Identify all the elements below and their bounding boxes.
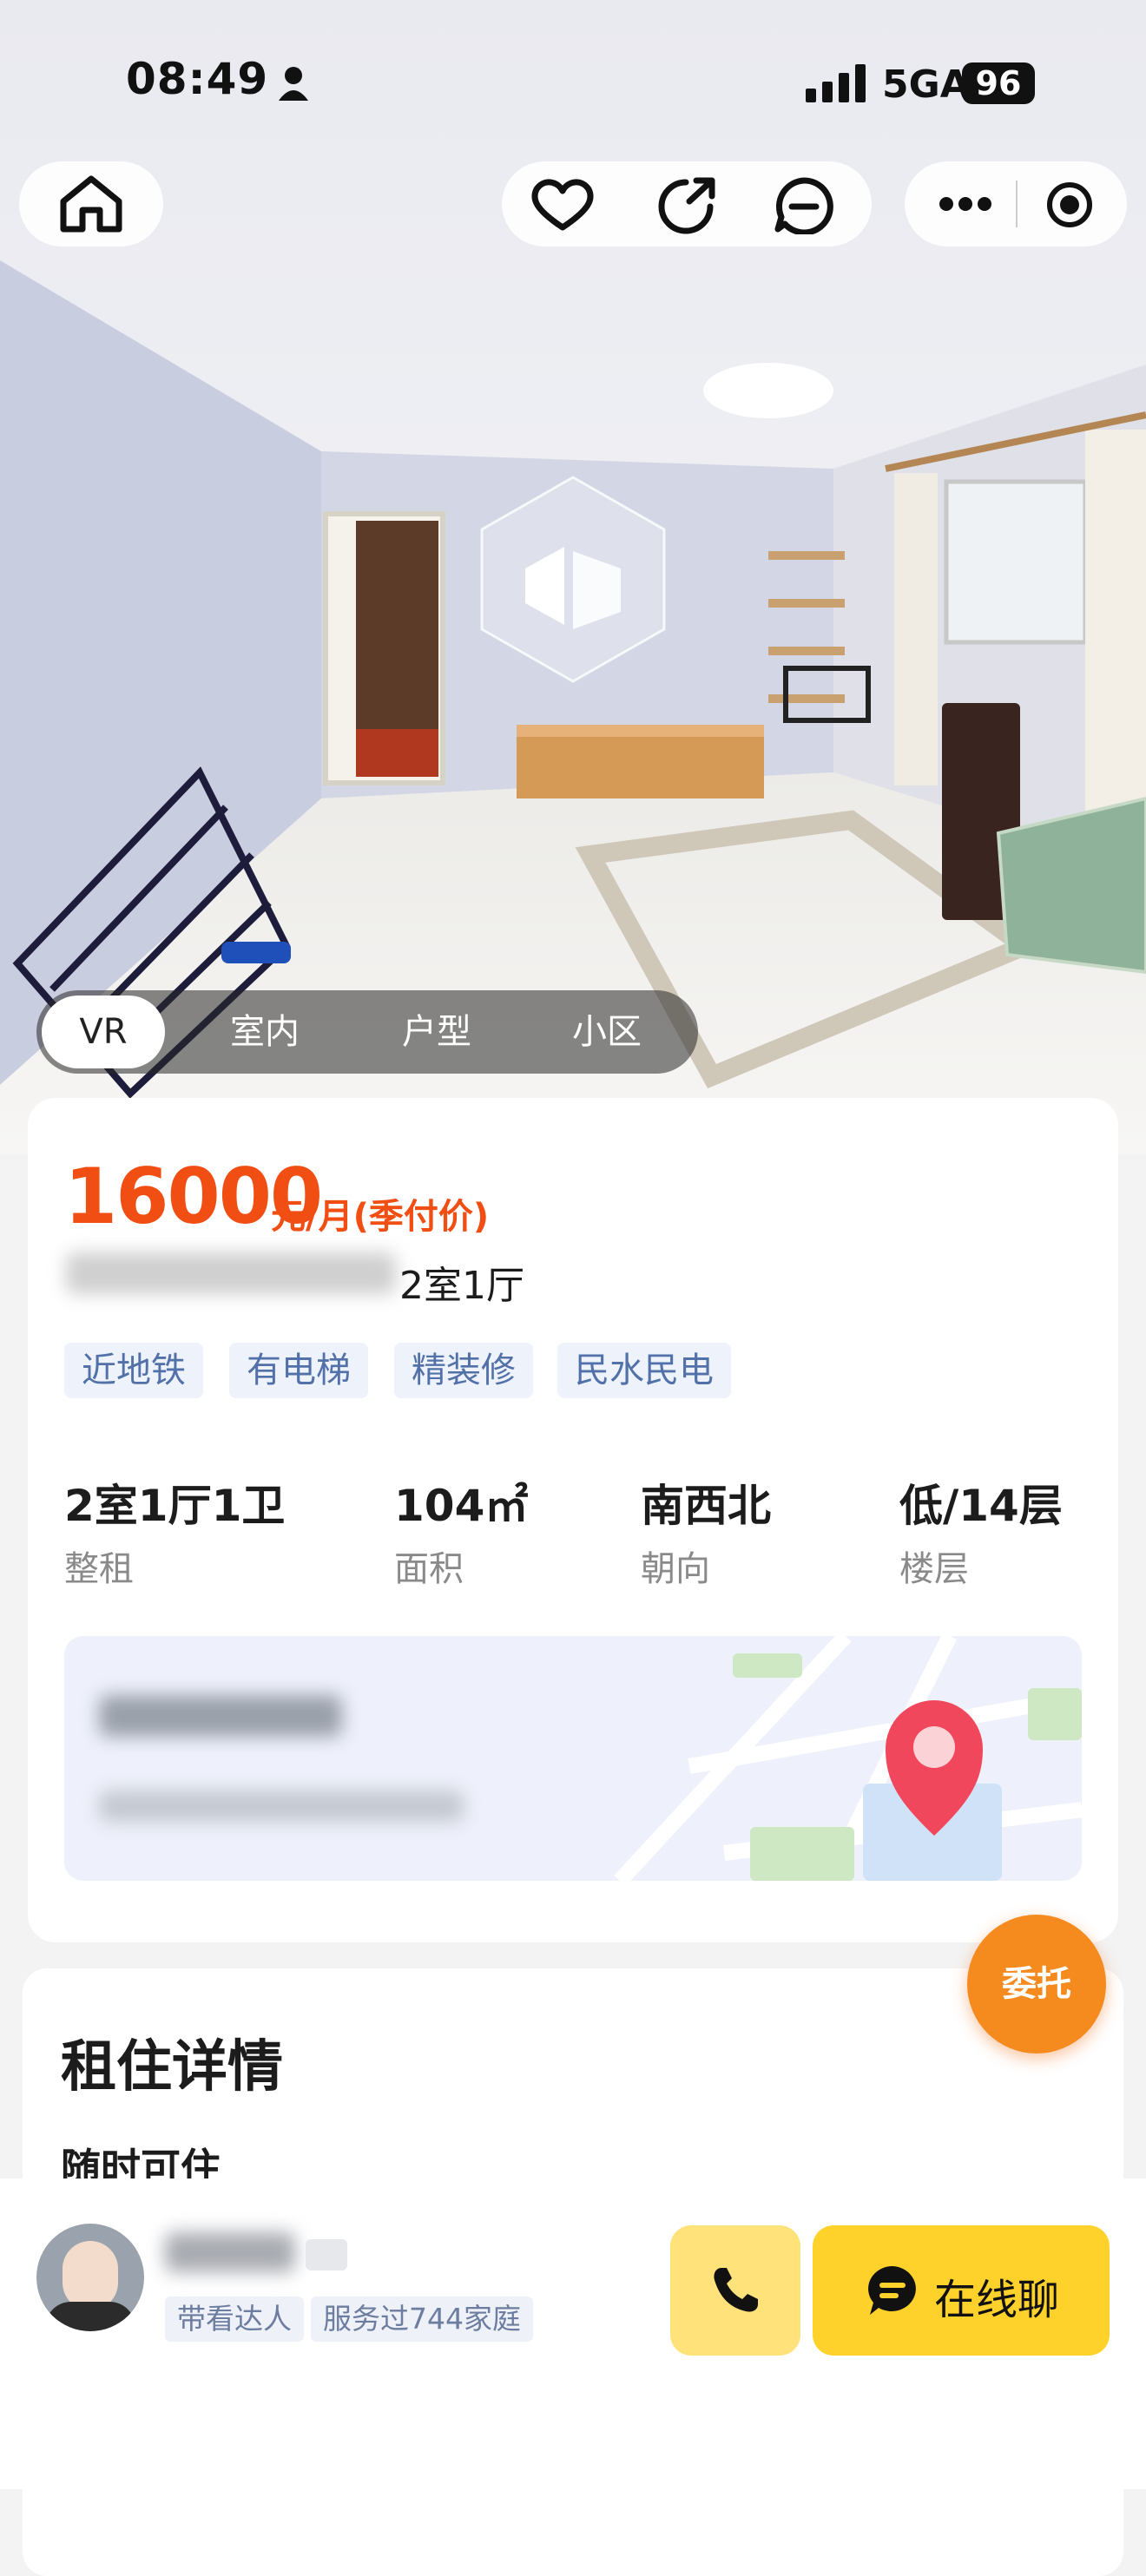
media-tabs: VR 室内 户型 小区: [36, 990, 698, 1074]
chat-bubble-icon: [868, 2266, 916, 2315]
status-bar: 08:49 5GA 96: [0, 0, 1146, 165]
target-icon[interactable]: [1045, 181, 1094, 229]
tag-elevator: 有电梯: [229, 1343, 368, 1398]
stat-area-label: 面积: [394, 1549, 464, 1589]
action-pill: [502, 161, 872, 246]
tab-community[interactable]: 小区: [545, 990, 668, 1074]
stat-orientation-value: 南西北: [641, 1481, 771, 1531]
entrust-button[interactable]: 委托: [967, 1915, 1106, 2054]
more-icon[interactable]: [938, 193, 993, 215]
tab-floorplan[interactable]: 户型: [375, 990, 498, 1074]
tab-vr[interactable]: VR: [42, 996, 165, 1068]
capsule-divider: [1016, 181, 1018, 227]
listing-title: 2室1厅: [399, 1264, 524, 1308]
agent-badge-icon: [306, 2239, 347, 2270]
blurred-community-name: [99, 1695, 342, 1737]
stat-area-value: 104㎡: [394, 1481, 529, 1531]
details-heading: 租住详情: [61, 2035, 283, 2100]
person-icon: [279, 67, 308, 101]
network-label: 5GA: [882, 62, 970, 107]
community-map[interactable]: [64, 1636, 1082, 1881]
message-icon[interactable]: [773, 175, 835, 234]
tag-near-subway: 近地铁: [64, 1343, 203, 1398]
stat-layout-label: 整租: [64, 1549, 134, 1589]
chat-online-label: 在线聊: [934, 2276, 1060, 2324]
price-unit: 元/月(季付价): [271, 1197, 490, 1237]
signal-icon: [806, 64, 866, 102]
capsule-menu: [905, 161, 1127, 246]
agent-avatar[interactable]: [36, 2224, 144, 2331]
home-icon: [60, 175, 122, 233]
home-button[interactable]: [19, 161, 163, 246]
battery-indicator: 96: [962, 62, 1035, 104]
share-icon[interactable]: [655, 175, 717, 234]
blurred-agent-name: [165, 2232, 295, 2272]
chat-online-button[interactable]: 在线聊: [813, 2225, 1110, 2356]
heart-icon[interactable]: [528, 177, 597, 233]
bottom-action-bar: 带看达人 服务过744家庭 在线聊: [0, 2178, 1146, 2489]
tab-interior[interactable]: 室内: [203, 990, 326, 1074]
call-button[interactable]: [670, 2225, 800, 2356]
stat-orientation-label: 朝向: [641, 1549, 710, 1589]
tag-renovated: 精装修: [394, 1343, 533, 1398]
phone-icon: [714, 2268, 758, 2312]
agent-badge-guide: 带看达人: [165, 2297, 304, 2342]
stat-floor-label: 楼层: [899, 1549, 969, 1589]
map-graphic: [614, 1636, 1082, 1881]
stat-layout-value: 2室1厅1卫: [64, 1481, 286, 1531]
agent-badge-served: 服务过744家庭: [311, 2297, 533, 2342]
listing-card: 16000 元/月(季付价) 2室1厅 近地铁 有电梯 精装修 民水民电 2室1…: [28, 1098, 1118, 1942]
status-time: 08:49: [126, 54, 269, 104]
stat-floor-value: 低/14层: [899, 1481, 1063, 1531]
tag-utilities: 民水民电: [557, 1343, 731, 1398]
blurred-community-address: [99, 1791, 464, 1822]
blurred-address: [66, 1252, 396, 1294]
